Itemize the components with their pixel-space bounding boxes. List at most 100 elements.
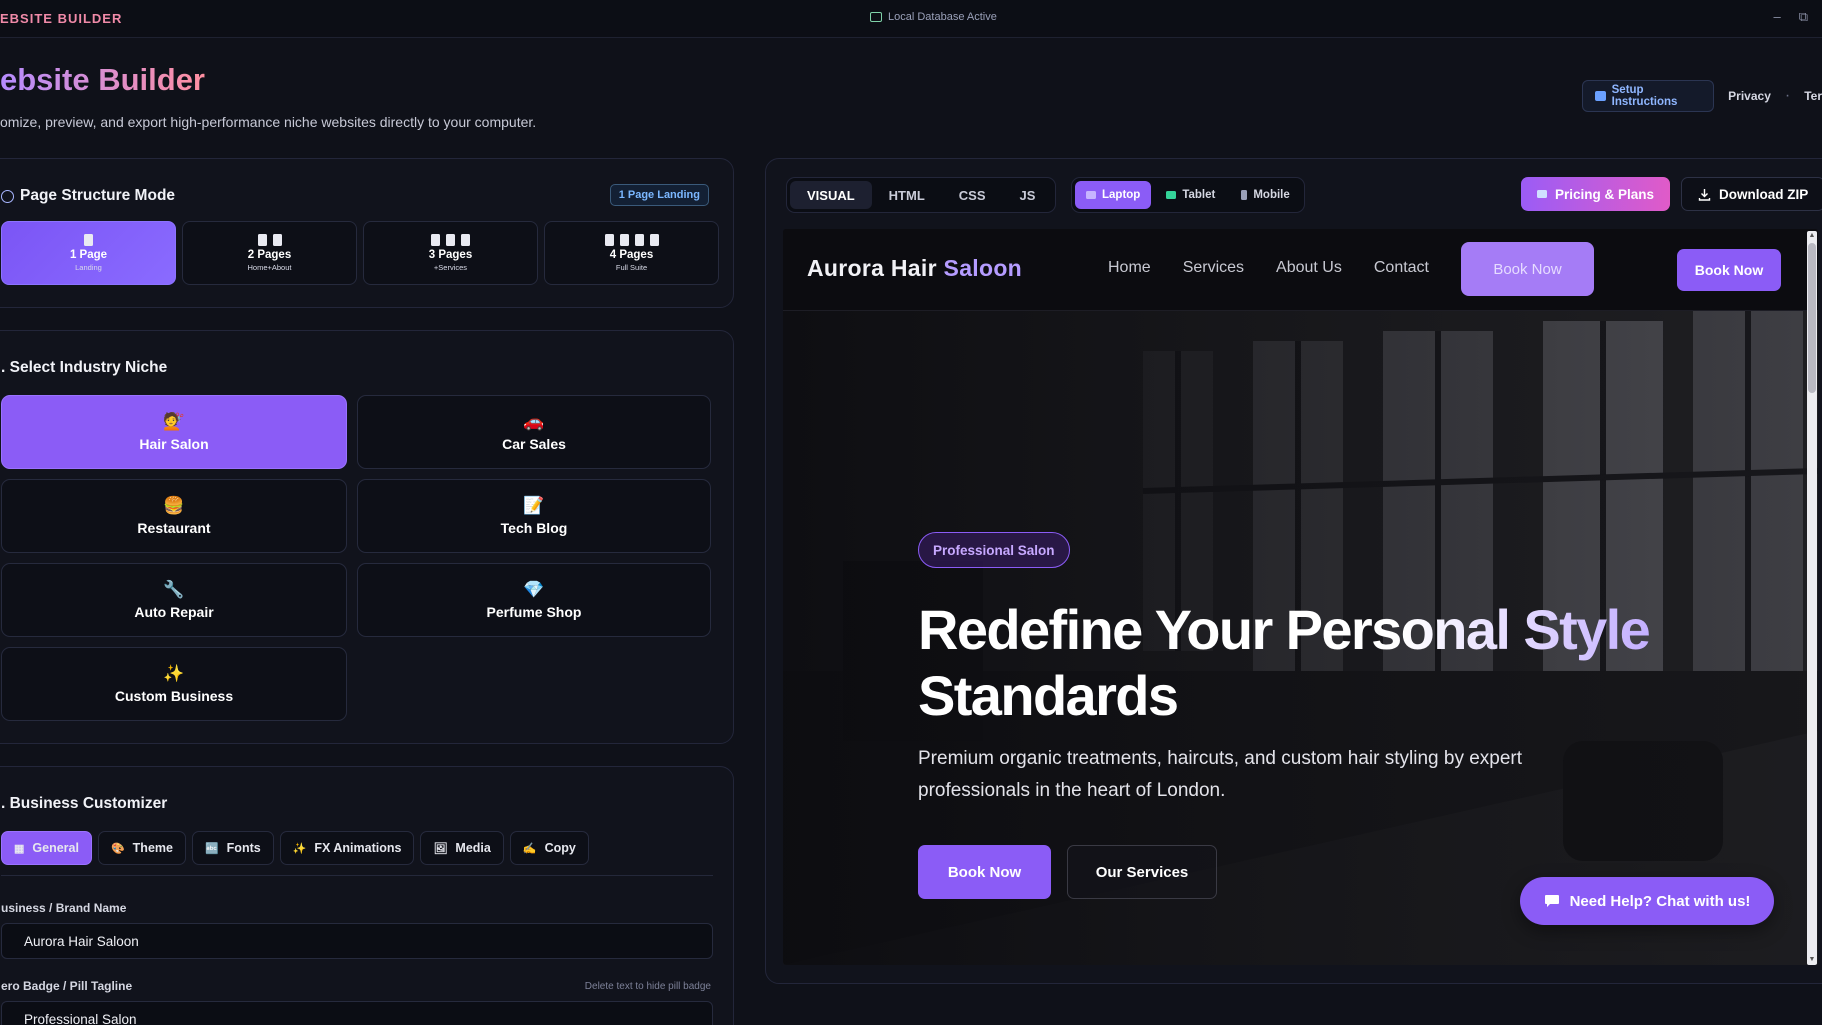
laptop-icon (1086, 191, 1096, 199)
headline-accent: onal Style (1400, 598, 1651, 661)
scrollbar-thumb[interactable] (1808, 243, 1816, 393)
mode-card-4-pages[interactable]: 4 Pages Full Suite (544, 221, 719, 285)
book-icon (1595, 91, 1606, 101)
device-tabs: Laptop Tablet Mobile (1071, 177, 1305, 213)
mode-sub: Landing (75, 263, 102, 272)
customizer-title: . Business Customizer (1, 795, 168, 812)
brand-name-input[interactable]: Aurora Hair Saloon (1, 923, 713, 959)
nav-book-now-hover-button[interactable]: Book Now (1461, 242, 1594, 296)
device-tablet[interactable]: Tablet (1155, 181, 1226, 209)
minimize-icon[interactable]: – (1773, 9, 1780, 25)
mode-card-3-pages[interactable]: 3 Pages +Services (363, 221, 538, 285)
nav-book-now-button[interactable]: Book Now (1677, 249, 1781, 291)
tab-label: Media (455, 841, 491, 855)
mode-label: 3 Pages (428, 249, 473, 261)
page-title: ebsite Builder (0, 62, 205, 97)
niche-tech-blog[interactable]: 📝 Tech Blog (357, 479, 711, 553)
tab-label: General (32, 841, 79, 855)
tab-media[interactable]: 🖼 Media (420, 831, 504, 865)
nav-contact[interactable]: Contact (1374, 259, 1429, 277)
niche-hair-salon[interactable]: 💇 Hair Salon (1, 395, 347, 469)
business-customizer-panel: . Business Customizer ▦ General 🎨 Theme 🔤 F… (0, 766, 734, 1025)
writing-hand-icon: ✍ (522, 842, 537, 855)
niche-grid: 💇 Hair Salon 🚗 Car Sales 🍔 Restaurant 📝 … (1, 395, 711, 721)
nav-about-us[interactable]: About Us (1276, 259, 1342, 277)
preview-scrollbar[interactable]: ▲ ▼ (1807, 231, 1817, 965)
tab-label: Copy (544, 841, 576, 855)
hero-badge-hint: Delete text to hide pill badge (584, 981, 711, 992)
niche-auto-repair[interactable]: 🔧 Auto Repair (1, 563, 347, 637)
scroll-up-icon[interactable]: ▲ (1808, 232, 1816, 240)
logo-accent: Saloon (943, 255, 1023, 281)
page-icon (461, 234, 470, 246)
structure-title: Page Structure Mode (1, 187, 175, 205)
page-icon (272, 234, 282, 246)
tab-css[interactable]: CSS (942, 181, 1003, 209)
setup-instructions-button[interactable]: Setup Instructions (1582, 80, 1715, 112)
privacy-link[interactable]: Privacy (1728, 89, 1771, 103)
niche-label: Car Sales (502, 435, 566, 452)
tab-fonts[interactable]: 🔤 Fonts (191, 831, 274, 865)
page-icon (257, 234, 267, 246)
hero-badge-label: ero Badge / Pill Tagline (1, 979, 133, 993)
chat-help-button[interactable]: Need Help? Chat with us! (1520, 877, 1774, 925)
mode-row: 1 Page Landing 2 Pages Home+About 3 Page… (1, 221, 719, 285)
mode-card-1-page[interactable]: 1 Page Landing (1, 221, 176, 285)
mode-card-2-pages[interactable]: 2 Pages Home+About (182, 221, 357, 285)
page-icon (634, 234, 644, 246)
pricing-plans-button[interactable]: Pricing & Plans (1521, 177, 1671, 211)
niche-custom-business[interactable]: ✨ Custom Business (1, 647, 347, 721)
database-icon (870, 12, 882, 22)
globe-icon (1, 189, 14, 203)
niche-label: Restaurant (137, 519, 211, 536)
tab-js[interactable]: JS (1003, 181, 1053, 209)
tab-label: Fonts (226, 841, 261, 855)
hero-badge-input[interactable]: Professional Salon (1, 1001, 713, 1025)
tab-general[interactable]: ▦ General (1, 831, 92, 865)
device-mobile[interactable]: Mobile (1230, 181, 1300, 209)
nav-home[interactable]: Home (1108, 259, 1151, 277)
headline-line2: Standards (918, 664, 1179, 727)
mode-sub: Full Suite (615, 263, 648, 272)
device-laptop[interactable]: Laptop (1075, 181, 1152, 209)
hair-salon-icon: 💇 (163, 411, 185, 431)
mode-label: 1 Page (69, 249, 108, 261)
top-links: Setup Instructions Privacy · Ter (1582, 80, 1822, 112)
tab-theme[interactable]: 🎨 Theme (97, 831, 186, 865)
doc-icons (604, 234, 659, 246)
page-structure-panel: Page Structure Mode 1 Page Landing 1 Pag… (0, 158, 734, 308)
restore-icon[interactable]: ⧉ (1799, 9, 1808, 25)
hero-pill-badge: Professional Salon (918, 532, 1070, 568)
mobile-icon (1241, 190, 1248, 200)
window-controls: – ⧉ (1773, 9, 1808, 25)
download-zip-button[interactable]: Download ZIP (1681, 177, 1822, 211)
chat-bubble-icon (1544, 895, 1559, 907)
headline-main: Redefine Your Pers (918, 598, 1402, 661)
nav-services[interactable]: Services (1183, 259, 1244, 277)
chat-label: Need Help? Chat with us! (1569, 892, 1751, 910)
doc-icons (257, 234, 282, 246)
site-nav-links: Home Services About Us Contact (1108, 259, 1429, 277)
hero-book-now-button[interactable]: Book Now (918, 845, 1051, 899)
tab-copy[interactable]: ✍ Copy (509, 831, 589, 865)
tab-fx-animations[interactable]: ✨ FX Animations (279, 831, 415, 865)
scroll-down-icon[interactable]: ▼ (1808, 956, 1816, 964)
code-view-tabs: VISUAL HTML CSS JS (786, 177, 1057, 213)
credit-card-icon (1537, 190, 1547, 198)
tab-html[interactable]: HTML (872, 181, 942, 209)
preview-panel: VISUAL HTML CSS JS Laptop Tablet Mobile … (765, 158, 1822, 984)
niche-label: Tech Blog (500, 519, 568, 536)
download-icon (1698, 188, 1711, 201)
site-logo[interactable]: Aurora Hair Saloon (807, 255, 1022, 282)
page-subtitle: omize, preview, and export high-performa… (0, 114, 537, 130)
sparkles-icon: ✨ (292, 842, 307, 855)
page-icon (446, 234, 455, 246)
page-icon (431, 234, 440, 246)
tab-visual[interactable]: VISUAL (790, 181, 872, 209)
niche-restaurant[interactable]: 🍔 Restaurant (1, 479, 347, 553)
niche-perfume-shop[interactable]: 💎 Perfume Shop (357, 563, 711, 637)
niche-car-sales[interactable]: 🚗 Car Sales (357, 395, 711, 469)
tablet-icon (1166, 191, 1177, 199)
terms-link[interactable]: Ter (1804, 89, 1822, 103)
hero-our-services-button[interactable]: Our Services (1067, 845, 1217, 899)
